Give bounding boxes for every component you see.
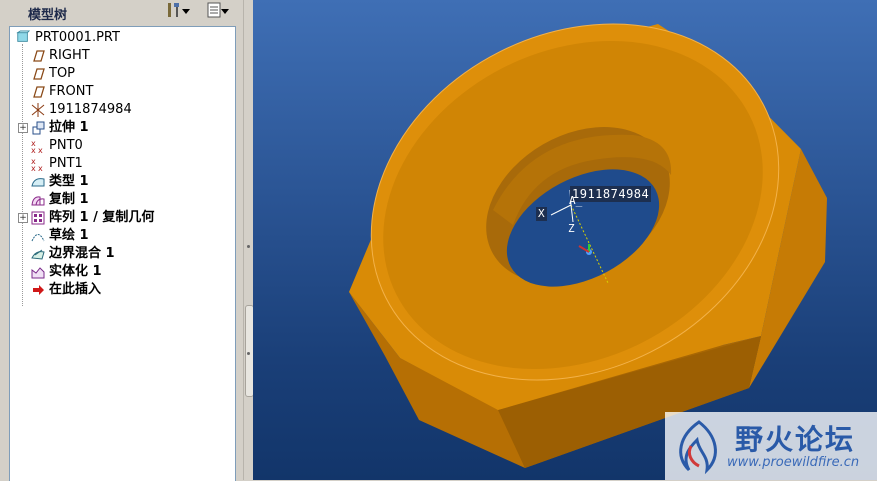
chevron-down-icon (221, 4, 229, 18)
datum-point-icon: xxx (30, 138, 46, 155)
tree-item[interactable]: PRT0001.PRT (16, 29, 120, 47)
svg-text:x: x (31, 146, 36, 154)
panel-title: 模型树 (28, 8, 68, 23)
tree-item[interactable]: + 阵列 1 / 复制几何 (18, 209, 155, 227)
tree-item-label: RIGHT (49, 48, 90, 63)
axis-a-label: A_ (569, 194, 583, 207)
copy-icon (30, 192, 46, 208)
chevron-down-icon (182, 4, 190, 18)
axis-x-label: X (536, 207, 547, 221)
datum-point-icon: xxx (30, 156, 46, 173)
model-tree[interactable]: PRT0001.PRT RIGHT TOP FRONT 1911874984 + 拉伸 1x… (9, 26, 236, 481)
graphics-viewport[interactable]: 1911874984 X A_ Z 野火论坛 www.proewildfire.… (253, 0, 877, 480)
tree-item-label: PNT0 (49, 138, 83, 153)
splitter-grip (247, 352, 250, 355)
axis-z-label: Z (568, 222, 575, 235)
datum-plane-icon (30, 84, 46, 100)
tree-item-label: 类型 1 (49, 174, 89, 189)
tree-item-label: 边界混合 1 (49, 246, 115, 261)
tree-item[interactable]: 边界混合 1 (30, 245, 115, 263)
tree-item-label: PNT1 (49, 156, 83, 171)
watermark-url: www.proewildfire.cn (727, 455, 860, 470)
boundary-blend-icon (30, 246, 46, 262)
tree-item[interactable]: RIGHT (30, 47, 90, 65)
splitter-grip (247, 245, 250, 248)
tree-guide-line (22, 44, 23, 306)
tree-item-label: 拉伸 1 (49, 120, 89, 135)
tree-item[interactable]: 1911874984 (30, 101, 132, 119)
tree-item[interactable]: 在此插入 (30, 281, 101, 299)
tools-icon (166, 2, 182, 21)
tree-item-label: 阵列 1 / 复制几何 (49, 210, 155, 225)
tree-item-label: TOP (49, 66, 76, 81)
tree-item-label: 在此插入 (49, 282, 102, 297)
coordinate-system-icon (30, 102, 46, 118)
model-tree-panel: 模型树 PRT0001.PRT RIGHT TOP FRONT 19118749… (0, 0, 254, 481)
surface-icon (30, 174, 46, 190)
tree-item-label: 草绘 1 (49, 228, 89, 243)
tree-item[interactable]: 类型 1 (30, 173, 89, 191)
svg-text:x: x (31, 164, 36, 172)
datum-plane-icon (30, 48, 46, 64)
expand-toggle[interactable]: + (18, 213, 28, 223)
tree-item-label: PRT0001.PRT (35, 30, 120, 45)
insert-here-icon (30, 282, 46, 298)
expand-toggle[interactable]: + (18, 123, 28, 133)
tree-item[interactable]: x x x PNT1 (30, 155, 83, 173)
svg-text:x: x (38, 146, 43, 154)
model-tree-header: 模型树 (0, 0, 243, 24)
tree-item-label: 复制 1 (49, 192, 89, 207)
flame-logo-icon (669, 416, 729, 479)
tree-item-label: 1911874984 (49, 102, 132, 117)
tree-settings-dropdown[interactable] (163, 2, 193, 20)
part-icon (16, 30, 32, 46)
tree-item[interactable]: FRONT (30, 83, 93, 101)
tree-item[interactable]: 实体化 1 (30, 263, 102, 281)
tree-item[interactable]: 复制 1 (30, 191, 89, 209)
tree-item[interactable]: TOP (30, 65, 75, 83)
forum-watermark: 野火论坛 www.proewildfire.cn (665, 412, 877, 480)
pattern-icon (30, 210, 46, 226)
list-icon (207, 2, 221, 21)
hex-nut-model (349, 23, 827, 468)
svg-text:x: x (38, 164, 43, 172)
solidify-icon (30, 264, 46, 280)
tree-item-label: 实体化 1 (49, 264, 102, 279)
watermark-title: 野火论坛 (735, 423, 856, 456)
sketch-icon (30, 228, 46, 244)
show-dropdown[interactable] (203, 2, 233, 20)
tree-item[interactable]: x x x PNT0 (30, 137, 83, 155)
datum-plane-icon (30, 66, 46, 82)
tree-item[interactable]: 草绘 1 (30, 227, 89, 245)
tree-item[interactable]: + 拉伸 1 (18, 119, 89, 137)
extrude-icon (30, 120, 46, 136)
tree-item-label: FRONT (49, 84, 94, 99)
